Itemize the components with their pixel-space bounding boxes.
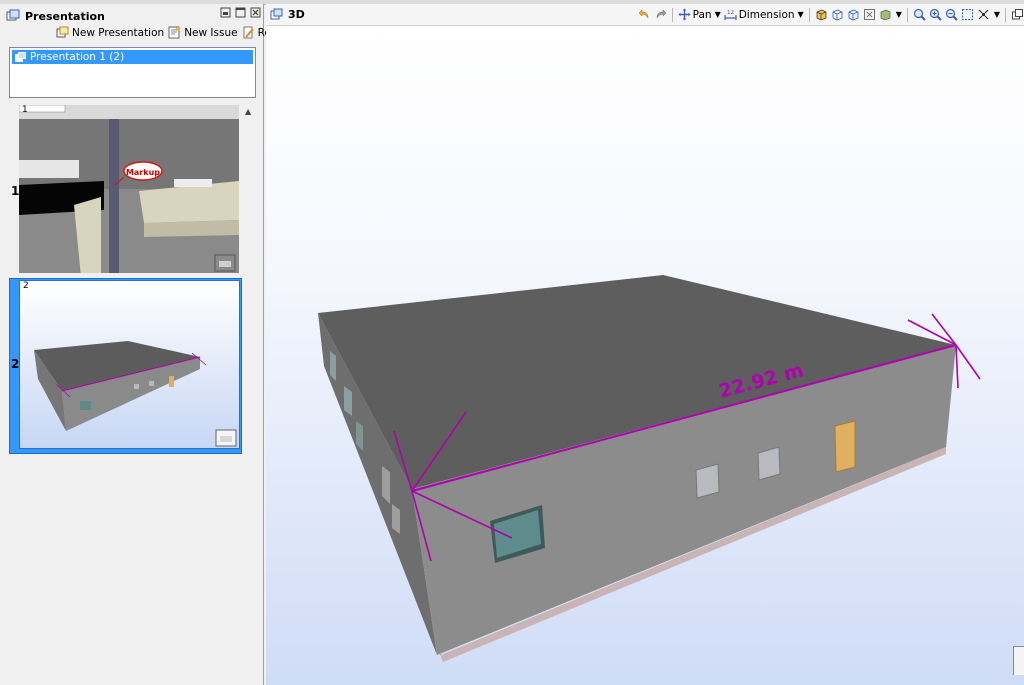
zoom-in-icon[interactable] <box>929 8 942 21</box>
redo-icon[interactable] <box>654 8 667 21</box>
new-issue-button[interactable]: New Issue <box>168 26 238 39</box>
maximize-icon[interactable] <box>234 6 246 18</box>
zoom-dropdown-icon[interactable]: ▼ <box>994 10 1000 19</box>
panel-controls <box>219 6 261 18</box>
close-icon[interactable] <box>249 6 261 18</box>
solid-view-icon[interactable] <box>815 8 828 21</box>
zoom-out-icon[interactable] <box>945 8 958 21</box>
undo-icon[interactable] <box>638 8 651 21</box>
pan-icon <box>678 8 691 21</box>
new-issue-icon <box>168 26 181 39</box>
pan-dropdown-icon[interactable]: ▼ <box>715 10 721 19</box>
view-3d-icon <box>270 8 283 20</box>
toolbar-separator <box>808 7 810 22</box>
render-mode-dropdown-icon[interactable]: ▼ <box>896 10 902 19</box>
viewport-corner-control[interactable] <box>1013 646 1024 675</box>
dimension-dropdown-icon[interactable]: ▼ <box>798 10 804 19</box>
presentation-icon <box>6 9 20 21</box>
new-presentation-icon <box>56 26 69 38</box>
dimension-icon: 12 <box>724 10 737 20</box>
slide-2-label: 2 <box>23 281 29 291</box>
front-window-small <box>757 446 781 481</box>
panel-title: Presentation <box>25 9 105 23</box>
view-options-icon[interactable] <box>1011 8 1024 21</box>
view-title: 3D <box>288 8 305 21</box>
building-model: 22.92 m <box>318 275 981 662</box>
pan-button[interactable]: Pan ▼ <box>678 8 721 21</box>
front-window-small <box>695 463 720 499</box>
presentation-list: Presentation 1 (2) <box>9 47 256 98</box>
new-issue-label: New Issue <box>184 26 238 39</box>
dimension-button[interactable]: 12 Dimension ▼ <box>724 8 804 21</box>
front-door <box>834 420 856 473</box>
toolbar-separator <box>906 7 908 22</box>
new-presentation-label: New Presentation <box>72 26 165 39</box>
slide-thumbnail-1[interactable]: Markup 1 <box>19 105 239 273</box>
presentation-item[interactable]: Presentation 1 (2) <box>12 50 253 64</box>
dimension-extension-right <box>955 344 959 389</box>
xray-view-icon[interactable] <box>863 8 876 21</box>
presentation-panel: Presentation New Presentation New Issue … <box>0 4 292 685</box>
presentation-item-label: Presentation 1 (2) <box>30 51 125 63</box>
dimension-label: Dimension <box>738 8 795 21</box>
svg-text:12: 12 <box>727 10 734 16</box>
view-3d-pane: 3D Pan ▼ 12 Dimension ▼ ▼ ▼ 22.92 m <box>266 4 1024 685</box>
zoom-extents-icon[interactable] <box>977 8 990 21</box>
zoom-icon[interactable] <box>913 8 926 21</box>
slide-1-image: Markup <box>19 105 239 273</box>
restore-icon[interactable] <box>219 6 231 18</box>
scroll-up-icon[interactable]: ▲ <box>245 107 251 116</box>
view-toolbar-tools: Pan ▼ 12 Dimension ▼ ▼ ▼ <box>638 4 1024 25</box>
presentation-item-icon <box>15 52 26 62</box>
report-icon <box>243 26 254 39</box>
wireframe-view-icon[interactable] <box>831 8 844 21</box>
slide-1-markup-text: Markup <box>126 168 160 177</box>
zoom-window-icon[interactable] <box>961 8 974 21</box>
view-title-area: 3D <box>270 8 305 21</box>
slide-2-image <box>20 281 239 448</box>
pan-label: Pan <box>692 8 712 21</box>
slide-1-label: 1 <box>22 105 28 115</box>
render-mode-icon[interactable] <box>879 8 892 21</box>
new-presentation-button[interactable]: New Presentation <box>56 26 164 39</box>
view-toolbar: 3D Pan ▼ 12 Dimension ▼ ▼ ▼ <box>266 4 1024 26</box>
3d-viewport[interactable]: 22.92 m <box>266 26 1024 685</box>
toolbar-separator <box>1005 7 1006 22</box>
toolbar-separator <box>671 7 673 22</box>
dimension-arrow-right <box>955 344 981 380</box>
slide-thumbnail-2[interactable]: 2 <box>19 280 240 449</box>
hidden-line-view-icon[interactable] <box>847 8 860 21</box>
panel-actions: New Presentation New Issue Report <box>56 26 292 39</box>
